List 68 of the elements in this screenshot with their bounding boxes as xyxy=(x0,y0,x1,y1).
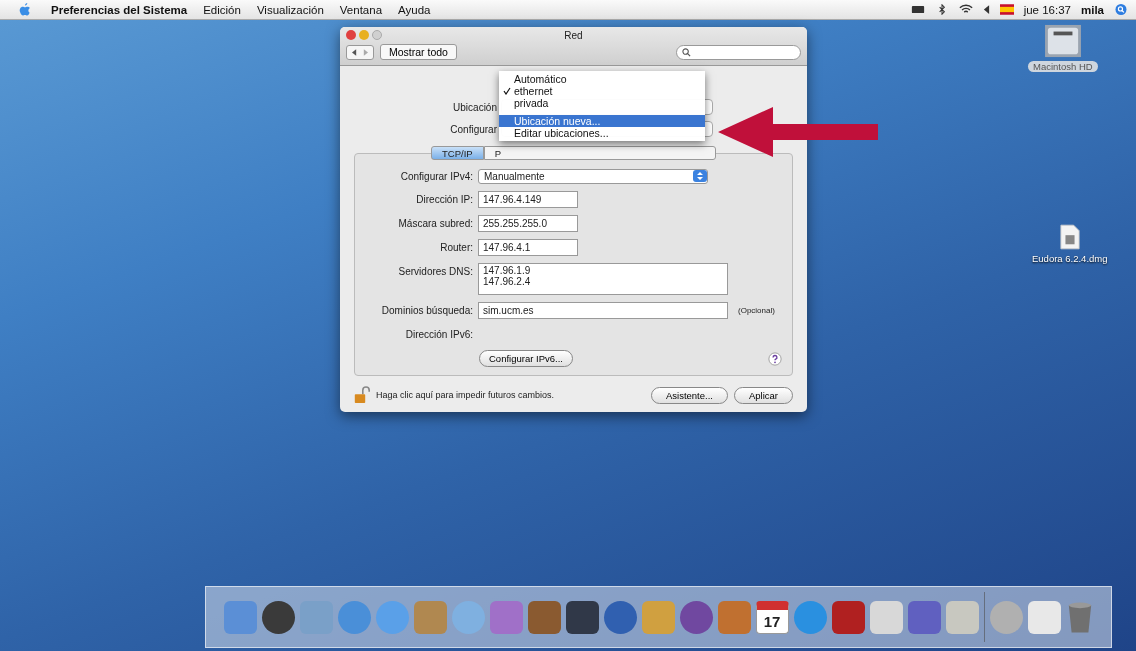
window-title: Red xyxy=(563,30,584,41)
document-icon[interactable] xyxy=(1027,600,1061,634)
search-icon xyxy=(682,47,691,57)
hard-drive-icon[interactable] xyxy=(1043,24,1082,58)
checkmark-icon xyxy=(503,87,511,95)
menu-item[interactable]: Automático xyxy=(499,73,705,85)
stepper-icon xyxy=(693,170,707,182)
app-icon[interactable] xyxy=(679,600,713,634)
network-icon[interactable] xyxy=(989,600,1023,634)
menu-item[interactable]: Ubicación nueva... xyxy=(499,115,705,127)
icon-label[interactable]: Eudora 6.2.4.dmg xyxy=(1032,253,1108,264)
menu-item[interactable]: Ayuda xyxy=(398,3,431,16)
menu-item[interactable]: Ventana xyxy=(339,3,383,16)
app-icon[interactable] xyxy=(831,600,865,634)
menu-title[interactable]: Preferencias del Sistema xyxy=(51,3,188,16)
location-label: Ubicación xyxy=(454,101,497,113)
wifi-icon[interactable] xyxy=(958,4,973,15)
menu-item[interactable]: ethernet xyxy=(499,85,705,97)
user-name[interactable]: mila xyxy=(1081,3,1104,16)
apple-icon[interactable] xyxy=(18,2,31,17)
search-domains-field[interactable]: sim.ucm.es xyxy=(478,302,728,319)
input-field[interactable]: 147.96.4.1 xyxy=(478,239,578,256)
dns-servers-field[interactable]: 147.96.1.9 147.96.2.4 xyxy=(478,263,728,295)
input-field[interactable]: 255.255.255.0 xyxy=(478,215,578,232)
app-icon[interactable] xyxy=(603,600,637,634)
menu-item[interactable]: Edición xyxy=(203,3,241,16)
app-icon[interactable] xyxy=(869,600,903,634)
show-all-button[interactable]: Mostrar todo xyxy=(380,44,457,60)
menu-item[interactable]: Editar ubicaciones... xyxy=(499,127,705,139)
close-button[interactable] xyxy=(346,30,356,40)
footer-button[interactable]: Asistente... xyxy=(650,386,728,404)
menu-item[interactable]: privada xyxy=(499,97,705,109)
help-button[interactable] xyxy=(768,351,782,366)
ipv4-select[interactable]: Manualmente xyxy=(478,168,708,184)
search-icon[interactable] xyxy=(1114,4,1128,15)
configure-ipv6-button[interactable]: Configurar IPv6... xyxy=(479,350,573,367)
app-icon[interactable] xyxy=(907,600,941,634)
menu-item[interactable]: Visualización xyxy=(256,3,324,16)
speaker-icon[interactable] xyxy=(982,4,990,15)
tab[interactable]: TCP/IP xyxy=(431,146,484,160)
back-forward-buttons[interactable] xyxy=(346,44,374,60)
minimize-button[interactable] xyxy=(359,30,369,40)
app-icon[interactable] xyxy=(565,600,599,634)
field-label: Servidores DNS: xyxy=(397,265,473,277)
calendar-icon[interactable]: 17 xyxy=(755,600,789,634)
tab[interactable]: P xyxy=(483,146,716,160)
flag-icon[interactable] xyxy=(999,4,1014,15)
app-icon[interactable] xyxy=(527,600,561,634)
padlock-icon[interactable] xyxy=(354,386,370,404)
search-field[interactable] xyxy=(676,44,801,60)
field-label: Máscara subred: xyxy=(397,217,473,229)
footer-button[interactable]: Aplicar xyxy=(733,386,793,404)
field-label: Dirección IPv6: xyxy=(404,328,473,340)
clock[interactable]: jue 16:37 xyxy=(1023,3,1071,16)
optional-note: (Opcional) xyxy=(738,306,775,315)
field-label: Router: xyxy=(439,241,473,253)
icon-label[interactable]: Macintosh HD xyxy=(1028,61,1098,72)
display-icon[interactable] xyxy=(910,4,925,15)
lock-message: Haga clic aquí para impedir futuros cambios. xyxy=(376,390,555,400)
field-label: Dirección IP: xyxy=(415,193,473,205)
field-label: Dominios búsqueda: xyxy=(380,304,473,316)
app-icon[interactable] xyxy=(261,600,295,634)
forward-icon[interactable] xyxy=(363,48,368,56)
disk-image-icon[interactable] xyxy=(1059,224,1080,250)
field-label: Configurar IPv4: xyxy=(399,170,473,182)
input-field[interactable]: 147.96.4.149 xyxy=(478,191,578,208)
zoom-button[interactable] xyxy=(372,30,382,40)
back-icon[interactable] xyxy=(352,48,357,56)
